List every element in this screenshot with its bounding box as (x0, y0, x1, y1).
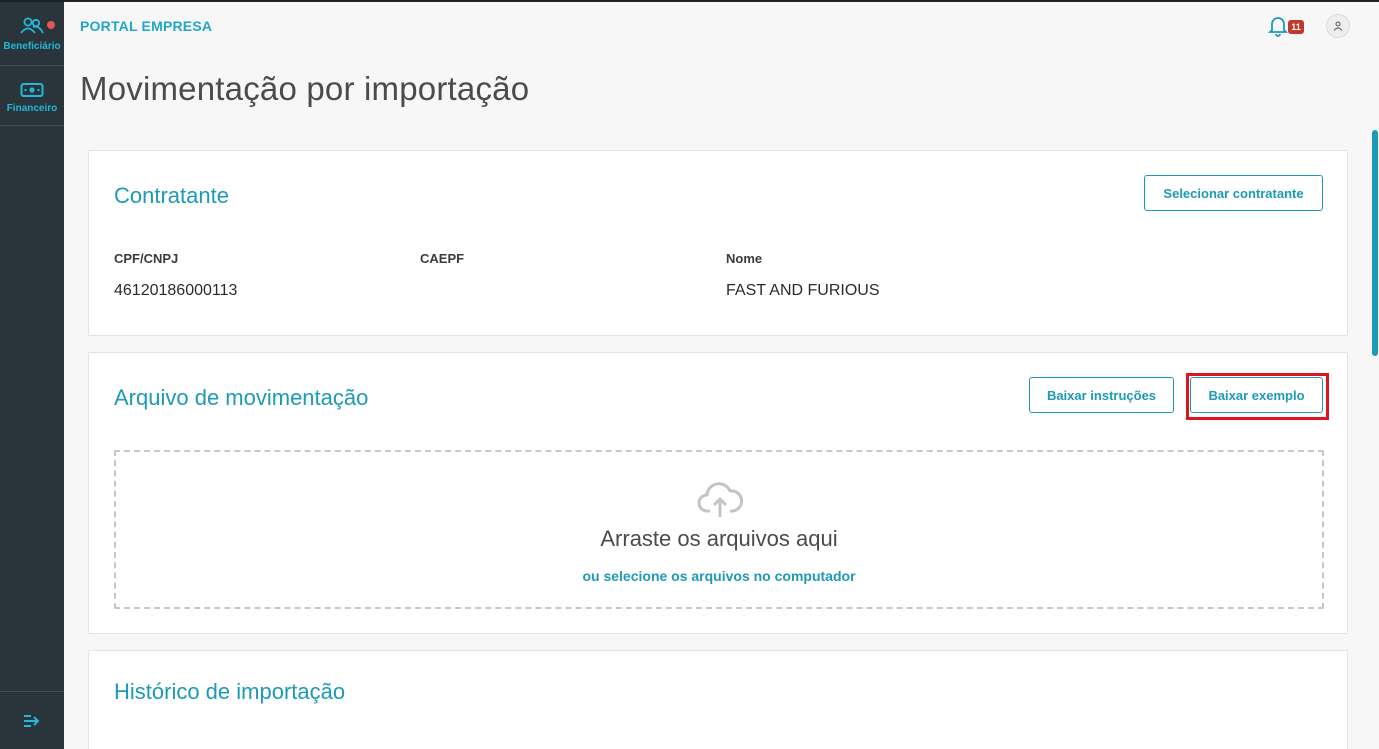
page-title: Movimentação por importação (80, 70, 530, 107)
cpf-cnpj-value: 46120186000113 (114, 282, 238, 299)
sidebar: Beneficiário Financeiro (0, 0, 64, 749)
top-bar: PORTAL EMPRESA 11 (64, 0, 1379, 52)
dropzone-title: Arraste os arquivos aqui (600, 526, 838, 551)
notification-count-badge: 11 (1288, 20, 1304, 34)
money-icon (20, 83, 44, 97)
contratante-title: Contratante (114, 183, 229, 208)
collapse-menu-icon (24, 714, 40, 727)
notifications-button[interactable]: 11 (1267, 15, 1308, 39)
nome-value: FAST AND FURIOUS (726, 282, 880, 299)
scrollbar[interactable] (1372, 130, 1378, 356)
arquivo-card: Arquivo de movimentação Baixar instruçõe… (88, 352, 1348, 634)
sidebar-item-beneficiario[interactable]: Beneficiário (0, 10, 64, 66)
users-icon (20, 17, 44, 34)
sidebar-item-financeiro[interactable]: Financeiro (0, 76, 64, 126)
user-avatar[interactable] (1326, 14, 1350, 38)
cloud-upload-icon (697, 482, 744, 517)
collapse-menu-button[interactable] (0, 691, 64, 749)
user-icon (1333, 21, 1343, 31)
arquivo-title: Arquivo de movimentação (114, 385, 369, 410)
contratante-card: Contratante Selecionar contratante CPF/C… (88, 150, 1348, 336)
historico-card: Histórico de importação (88, 650, 1348, 749)
cpf-cnpj-label: CPF/CNPJ (114, 251, 179, 266)
historico-title: Histórico de importação (114, 679, 346, 704)
brand-title[interactable]: PORTAL EMPRESA (80, 18, 212, 34)
caepf-label: CAEPF (420, 251, 465, 266)
notification-dot (47, 21, 55, 29)
bell-icon (1267, 17, 1289, 37)
select-files-link[interactable]: ou selecione os arquivos no computador (116, 568, 1322, 584)
select-contratante-button[interactable]: Selecionar contratante (1144, 175, 1323, 211)
sidebar-item-label: Beneficiário (3, 41, 61, 52)
nome-label: Nome (726, 251, 763, 266)
file-dropzone[interactable]: Arraste os arquivos aqui ou selecione os… (114, 450, 1324, 609)
sidebar-item-label: Financeiro (6, 103, 58, 114)
download-example-button[interactable]: Baixar exemplo (1190, 377, 1323, 413)
download-instructions-button[interactable]: Baixar instruções (1029, 377, 1174, 413)
